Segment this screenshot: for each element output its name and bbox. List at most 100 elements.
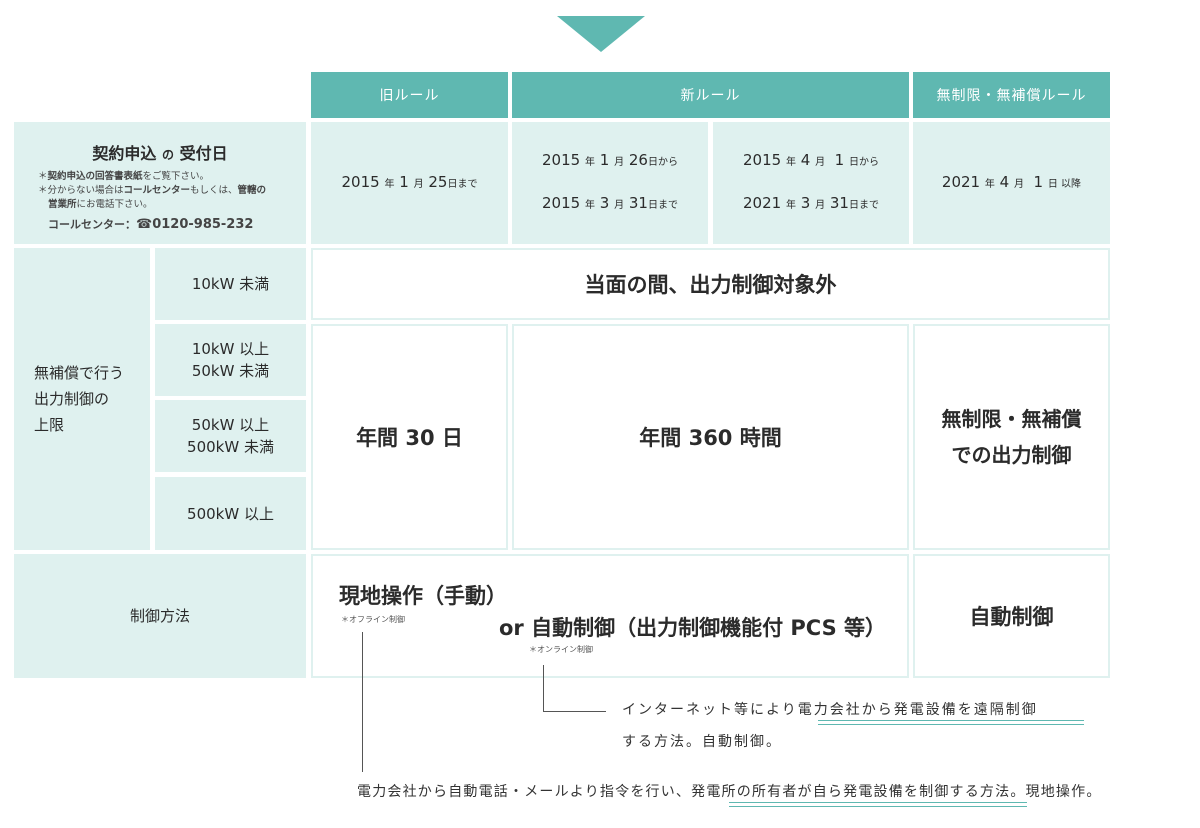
date-unit: 日まで [647,200,678,211]
date-new2-from: 2015 年 4 月 1 日から [743,140,879,183]
capacity-line: 50kW 未満 [191,362,270,380]
note-text: ＊ [38,171,48,182]
annotation-text: インターネット等により [622,702,798,718]
date-part: 1 [399,172,409,191]
date-new1-from: 2015 年 1 月 26日から [542,140,678,183]
date-unit: 月 [413,178,424,190]
date-part: 3 [599,194,610,212]
reception-note-1: ＊契約申込の回答書表紙をご覧下さい。 [14,170,306,184]
capacity-label: 10kW 以上 50kW 未満 [192,338,269,382]
header-new-rule: 新ルール [512,72,909,118]
annotation-text: 。現地操作。 [1010,784,1102,800]
capacity-label: 10kW 未満 [191,275,270,293]
header-old-rule-label: 旧ルール [379,88,440,104]
down-arrow-icon [557,16,645,52]
call-center: コールセンター：☎0120-985-232 [14,216,306,232]
unlimited-limit-cell: 無制限・無補償 での出力制御 [913,324,1110,550]
exempt-cell: 当面の間、出力制御対象外 [311,248,1110,320]
date-part: 26 [628,151,648,169]
online-annotation-line1: インターネット等により電力会社から発電設備を遠隔制御 [622,699,1038,719]
date-range-new-1: 2015 年 1 月 26日から 2015 年 3 月 31日まで [542,140,678,226]
online-underline-1 [818,720,1084,721]
capacity-line: 500kW 未満 [187,438,274,456]
capacity-label: 500kW 以上 [187,504,274,523]
date-cell-unlimited: 2021 年 4 月 1 日 以降 [913,122,1110,244]
header-unlimited-rule: 無制限・無補償ルール [913,72,1110,118]
old-limit-cell: 年間 30 日 [311,324,508,550]
date-old: 2015 年 1 月 25日まで [342,162,478,205]
date-part: 1 [1033,172,1044,191]
note-bold: コールセンター [123,185,191,196]
limit-label-cell: 無補償で行う 出力制御の 上限 [14,248,150,550]
offline-underline-1 [729,802,1027,803]
method-unlimited-cell: 自動制御 [913,554,1110,678]
offline-annotation: 電力会社から自動電話・メールより指令を行い、発電所の所有者が自ら発電設備を制御す… [357,781,1102,801]
capacity-cell-3: 50kW 以上 500kW 未満 [155,400,306,472]
auto-method-text: or 自動制御（出力制御機能付 PCS 等） [499,616,887,640]
title-part: 契約申込 [92,144,157,163]
date-part: 2015 [341,172,380,191]
note-bold: 契約申込の回答書表紙 [47,171,143,182]
call-center-number: ☎0120-985-232 [136,217,254,232]
annotation-highlight: 発電所の所有者が自ら発電設備を制御する方法 [691,784,1011,800]
date-part: 1 [599,151,610,169]
date-part: 3 [800,194,811,212]
limit-label-line: 無補償で行う [34,364,125,382]
note-text: ＊分からない場合は [38,185,124,196]
limit-label-line: 出力制御の [34,390,110,408]
capacity-cell-4: 500kW 以上 [155,477,306,550]
reception-date-title: 契約申込 の 受付日 [14,140,306,164]
date-part: 25 [428,172,448,191]
reception-date-cell: 契約申込 の 受付日 ＊契約申込の回答書表紙をご覧下さい。 ＊分からない場合はコ… [14,122,306,244]
date-new2-to: 2021 年 3 月 31日まで [743,183,879,226]
online-connector-horizontal [543,711,606,712]
date-part: 2015 [542,151,581,169]
capacity-cell-1: 10kW 未満 [155,248,306,320]
date-unit: 日まで [848,200,879,211]
date-range-new-2: 2015 年 4 月 1 日から 2021 年 3 月 31日まで [743,140,879,226]
note-bold: 管轄の [237,185,267,196]
online-connector-line [543,665,544,711]
date-cell-new-1: 2015 年 1 月 26日から 2015 年 3 月 31日まで [512,122,708,244]
capacity-line: 10kW 以上 [191,340,270,358]
date-unit: 日から [848,157,879,168]
online-underline-2 [818,724,1084,725]
date-unit: 年 [384,178,395,190]
header-old-rule: 旧ルール [311,72,508,118]
date-part: 2015 [542,194,581,212]
method-cell: 現地操作（手動） ＊オフライン制御 or 自動制御（出力制御機能付 PCS 等）… [311,554,909,678]
date-part: 4 [800,151,811,169]
annotation-text: 電力会社から自動電話・メールより指令を行い、 [357,784,692,800]
unlimited-limit-line: 無制限・無補償 [941,407,1082,431]
header-unlimited-rule-label: 無制限・無補償ルール [936,88,1087,104]
online-annotation-line2: する方法。自動制御。 [622,734,782,750]
method-unlimited-text: 自動制御 [969,605,1054,629]
date-unit: 月 [815,200,826,211]
date-unit: 日 以降 [1047,178,1082,190]
date-unit: 月 [614,157,625,168]
call-center-label: コールセンター： [48,218,136,231]
date-cell-old: 2015 年 1 月 25日まで [311,122,508,244]
date-part: 2015 [743,151,782,169]
reception-note-2b: 営業所にお電話下さい。 [14,198,306,212]
exempt-text: 当面の間、出力制御対象外 [584,273,837,297]
method-label: 制御方法 [129,607,190,625]
note-text: もしくは、 [190,185,238,196]
new-limit-cell: 年間 360 時間 [512,324,909,550]
date-unit: 年 [785,157,796,168]
note-text: にお電話下さい。 [76,199,153,210]
date-unit: 月 [815,157,826,168]
date-unit: 月 [614,200,625,211]
date-unit: 年 [584,157,595,168]
unlimited-limit-text: 無制限・無補償 での出力制御 [942,401,1082,473]
date-unit: 月 [1014,178,1024,190]
date-unit: 日から [647,157,678,168]
note-text: をご覧下さい。 [142,171,210,182]
date-part: 31 [829,194,849,212]
note-bold: 営業所 [48,199,77,210]
new-limit-text: 年間 360 時間 [639,426,782,450]
date-part: 2021 [941,172,981,191]
title-part: の [161,148,174,162]
date-part: 1 [834,151,845,169]
offline-underline-2 [729,806,1027,807]
